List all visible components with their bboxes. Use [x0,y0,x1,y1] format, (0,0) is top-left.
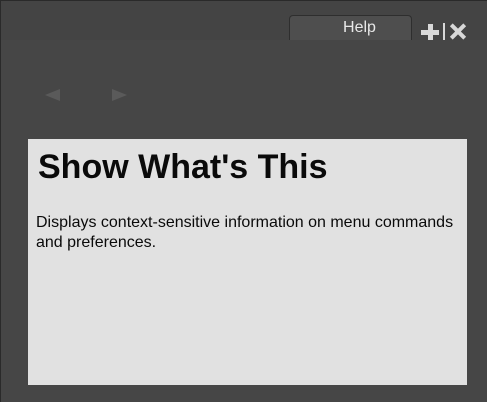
separator [443,23,445,41]
help-content: Show What's This Displays context-sensit… [28,139,467,385]
tab-help[interactable]: Help [289,15,412,40]
help-title: Show What's This [38,148,328,186]
tab-actions [421,23,467,41]
help-description: Displays context-sensitive information o… [36,214,454,251]
tab-bar: Help [1,1,487,41]
plus-icon[interactable] [421,23,439,41]
forward-arrow-icon[interactable] [112,89,127,101]
close-icon[interactable] [449,23,467,41]
back-arrow-icon[interactable] [45,89,60,101]
help-panel-window: Help Show What's This Displays context-s… [0,0,487,402]
